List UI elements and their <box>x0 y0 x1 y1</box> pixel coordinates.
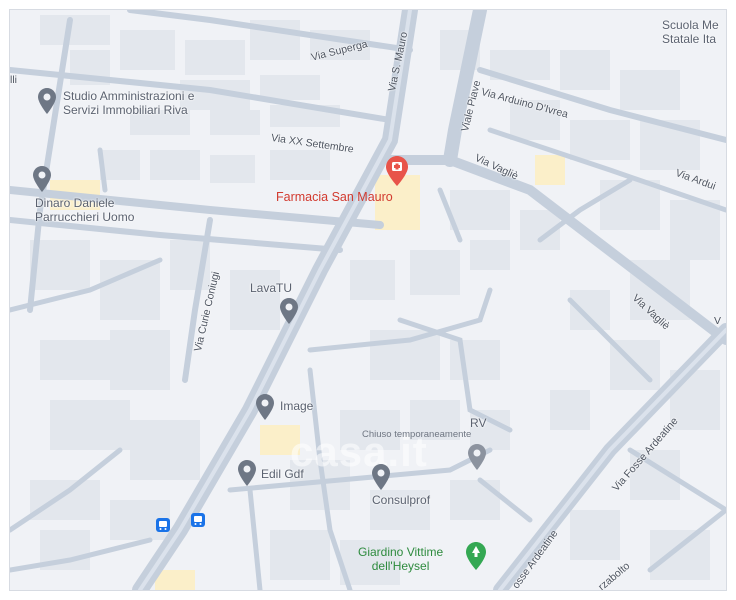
place-studio-amministrazioni[interactable]: Studio Amministrazioni e Servizi Immobil… <box>63 89 195 118</box>
place-lavatu-label[interactable]: LavaTU <box>250 281 292 296</box>
place-studio-line2: Servizi Immobiliari Riva <box>63 102 188 117</box>
location-pin-icon[interactable] <box>38 88 56 114</box>
place-dinaro-daniele[interactable]: Dinaro Daniele Parrucchieri Uomo <box>35 196 135 225</box>
location-pin-icon[interactable] <box>238 460 256 486</box>
place-dinaro-line1: Dinaro Daniele <box>35 196 115 210</box>
pharmacy-pin-icon[interactable] <box>386 156 408 186</box>
place-scuola-line1: Scuola Me <box>662 18 719 32</box>
place-edil-gdf-label[interactable]: Edil Gdf <box>261 467 304 482</box>
place-giardino-label[interactable]: Giardino Vittime dell'Heysel <box>358 545 444 574</box>
location-pin-icon[interactable] <box>468 444 486 470</box>
place-studio-line1: Studio Amministrazioni e <box>63 89 195 103</box>
street-label-edge-v: V <box>714 315 722 327</box>
place-consulprof-label[interactable]: Consulprof <box>372 493 430 508</box>
map-view[interactable]: Via Superga Via S. Mauro Viale Piave Via… <box>10 10 726 590</box>
bus-stop-icon[interactable] <box>191 513 205 527</box>
location-pin-icon[interactable] <box>372 464 390 490</box>
place-giardino-line2: dell'Heysel <box>371 558 430 573</box>
bus-stop-icon[interactable] <box>156 518 170 532</box>
place-image-label[interactable]: Image <box>280 399 313 414</box>
place-dinaro-line2: Parrucchieri Uomo <box>35 209 135 224</box>
place-scuola[interactable]: Scuola Me Statale Ita <box>662 18 719 47</box>
location-pin-icon[interactable] <box>280 298 298 324</box>
place-farmacia-san-mauro[interactable]: Farmacia San Mauro <box>276 190 393 204</box>
location-pin-icon[interactable] <box>256 394 274 420</box>
place-rv-status: Chiuso temporaneamente <box>362 429 472 440</box>
street-label-edge-lli: lli <box>10 74 17 86</box>
place-rv-label[interactable]: RV <box>470 416 486 431</box>
place-giardino-line1: Giardino Vittime <box>358 545 444 559</box>
park-pin-icon[interactable] <box>466 542 486 570</box>
place-scuola-line2: Statale Ita <box>662 31 717 46</box>
location-pin-icon[interactable] <box>33 166 51 192</box>
